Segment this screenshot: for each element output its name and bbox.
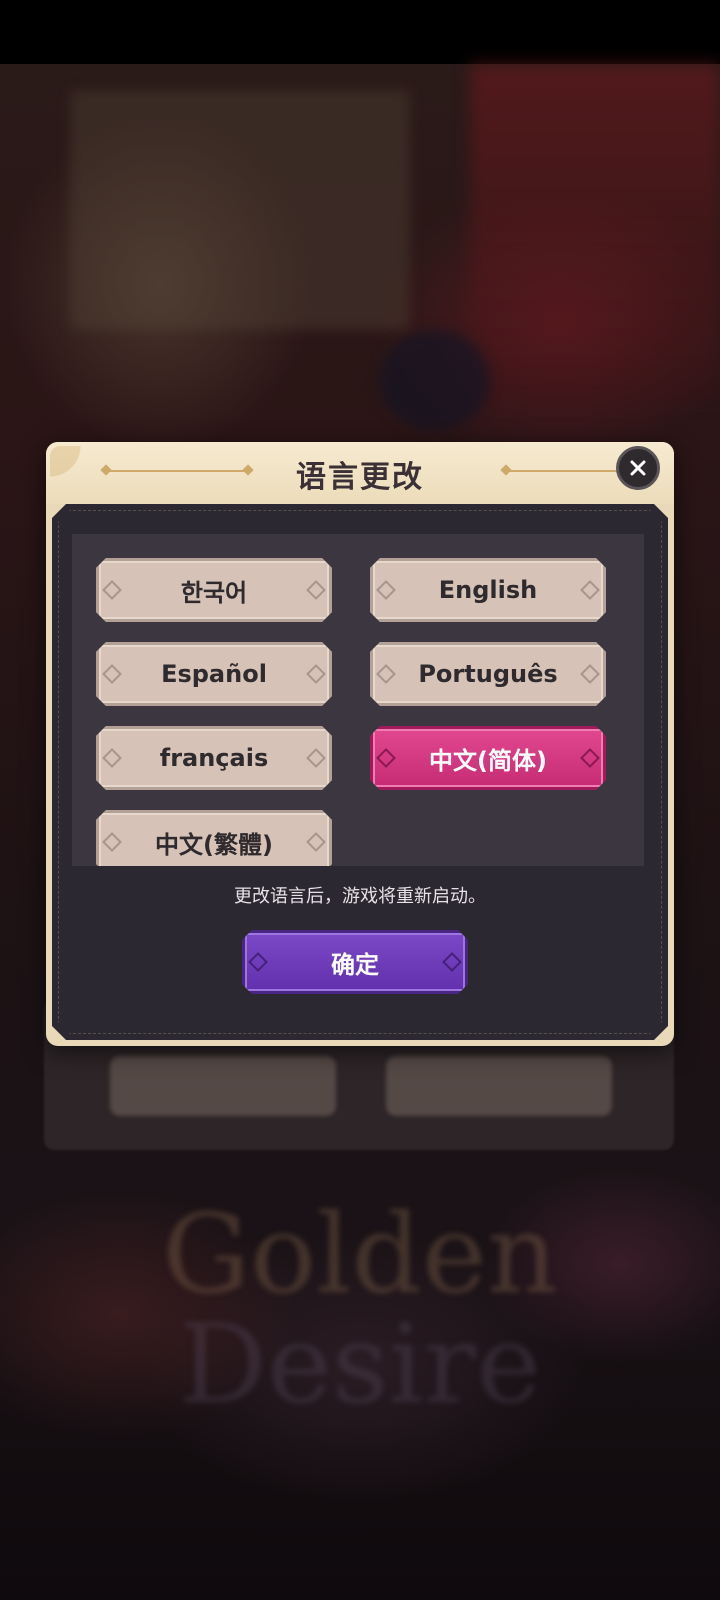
ornament-left [102,832,122,852]
language-option-label: français [159,744,269,772]
language-option-chinese-simplified[interactable]: 中文(简体) [370,726,606,790]
language-option-label: 中文(繁體) [155,830,273,859]
language-option-french[interactable]: français [96,726,332,790]
language-option-label: English [438,576,538,604]
ornament-left [102,748,122,768]
language-option-label: 中文(简体) [429,746,547,775]
ornament-left [376,748,396,768]
dialog-title: 语言更改 [296,460,424,495]
language-option-label: Español [161,660,267,688]
ornament-right [306,580,326,600]
language-option-english[interactable]: English [370,558,606,622]
ornament-left [102,664,122,684]
ornament-right [580,748,600,768]
underlying-button-right [386,1056,612,1116]
background-character [380,330,490,430]
ornament-left [102,580,122,600]
confirm-button-label: 确定 [331,950,379,979]
status-bar [0,0,720,64]
dialog-body: 한국어 English Español Português français 中… [52,504,668,1040]
language-options: 한국어 English Español Português français 中… [72,534,644,866]
ornament-left [376,664,396,684]
language-option-spanish[interactable]: Español [96,642,332,706]
language-option-korean[interactable]: 한국어 [96,558,332,622]
background-curtain [470,64,720,404]
ornament-left [376,580,396,600]
game-logo-line1: Golden [162,1190,558,1318]
screen: Golden Desire 语言更改 한국어 English Español P… [0,0,720,1600]
language-dialog: 语言更改 한국어 English Español Português franç… [46,442,674,1046]
restart-notice: 更改语言后，游戏将重新启动。 [234,886,486,907]
underlying-button-left [110,1056,336,1116]
background-window [70,90,410,330]
language-option-chinese-traditional[interactable]: 中文(繁體) [96,810,332,866]
ornament-right [580,664,600,684]
ornament-right [442,952,462,972]
ornament-left [248,952,268,972]
ornament-right [306,832,326,852]
language-option-label: 한국어 [180,578,248,607]
language-option-label: Português [418,660,558,688]
ornament-right [580,580,600,600]
ornament-right [306,748,326,768]
confirm-button[interactable]: 确定 [242,930,468,994]
language-option-portuguese[interactable]: Português [370,642,606,706]
ornament-right [306,664,326,684]
close-button[interactable] [616,446,660,490]
game-logo-line2: Desire [178,1300,542,1428]
dialog-header: 语言更改 [46,442,674,504]
close-icon [630,460,646,476]
